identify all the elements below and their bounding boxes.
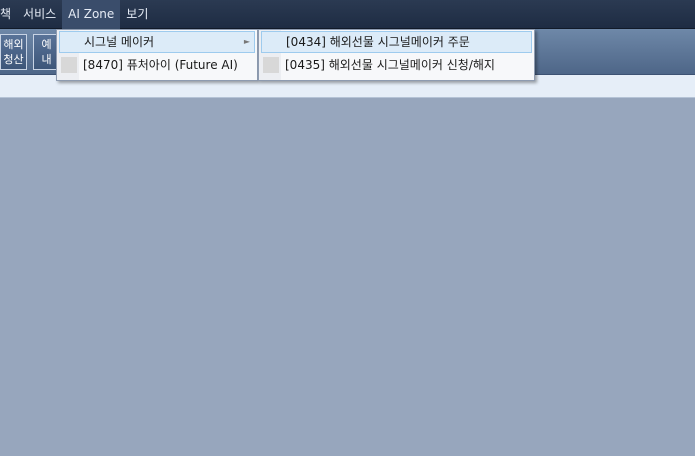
signal-maker-submenu: [0434] 해외선물 시그널메이커 주문 [0435] 해외선물 시그널메이커… xyxy=(258,29,535,81)
menu-item-icon xyxy=(61,57,77,73)
menu-item-signal-maker[interactable]: 시그널 메이커 ► xyxy=(59,31,255,53)
menu-item-label: [0434] 해외선물 시그널메이커 주문 xyxy=(286,35,470,49)
submenu-arrow-icon: ► xyxy=(243,37,250,46)
menu-item-label: [0435] 해외선물 시그널메이커 신청/해지 xyxy=(285,58,495,72)
menu-item-ai-zone[interactable]: AI Zone xyxy=(62,0,121,29)
menu-item-future-ai[interactable]: [8470] 퓨처아이 (Future AI) xyxy=(59,54,255,76)
menu-item-0435-apply-cancel[interactable]: [0435] 해외선물 시그널메이커 신청/해지 xyxy=(261,54,532,76)
menu-item-services[interactable]: 서비스 xyxy=(17,0,62,29)
menu-item-icon xyxy=(62,35,78,51)
ai-zone-dropdown: 시그널 메이커 ► [8470] 퓨처아이 (Future AI) xyxy=(56,29,258,81)
button-line: 청산 xyxy=(3,53,24,66)
menu-item-icon xyxy=(263,57,279,73)
overseas-settlement-button[interactable]: 해외 청산 xyxy=(0,34,27,70)
menu-bar: 책 서비스 AI Zone 보기 xyxy=(0,0,695,29)
menu-item-view[interactable]: 보기 xyxy=(120,0,154,29)
menu-item-partial[interactable]: 책 xyxy=(0,0,17,29)
menu-item-label: [8470] 퓨처아이 (Future AI) xyxy=(83,58,238,72)
menu-item-label: 시그널 메이커 xyxy=(84,35,155,49)
menu-item-icon xyxy=(264,35,280,51)
menu-item-0434-order[interactable]: [0434] 해외선물 시그널메이커 주문 xyxy=(261,31,532,53)
workspace-area xyxy=(0,98,695,456)
button-line: 해외 xyxy=(3,38,24,51)
